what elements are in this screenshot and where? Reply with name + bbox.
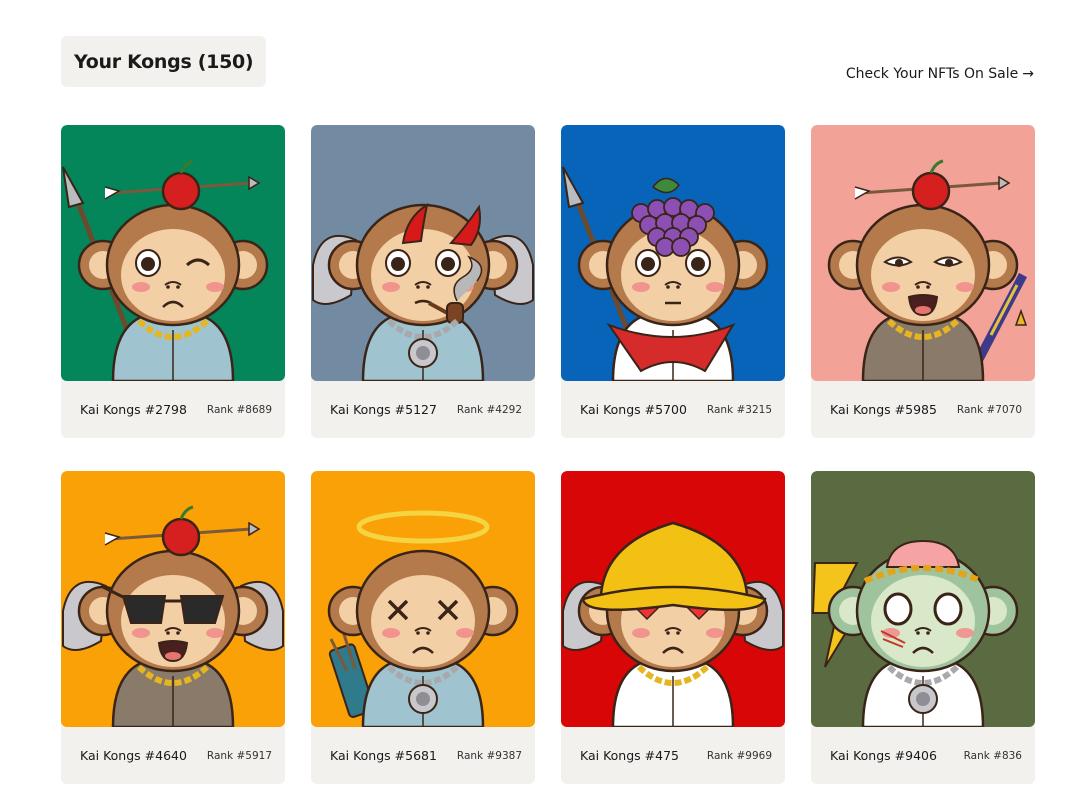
kong-avatar-art bbox=[811, 471, 1035, 727]
nft-name: Kai Kongs #9406 bbox=[830, 748, 937, 763]
nft-meta: Kai Kongs #5700 Rank #3215 bbox=[561, 381, 785, 438]
nft-meta: Kai Kongs #475 Rank #9969 bbox=[561, 727, 785, 784]
nft-image[interactable] bbox=[311, 125, 535, 381]
nft-meta: Kai Kongs #9406 Rank #836 bbox=[811, 727, 1035, 784]
nft-rank: Rank #7070 bbox=[956, 403, 1022, 416]
nft-card[interactable]: Kai Kongs #2798 Rank #8689 bbox=[61, 125, 285, 438]
nft-name: Kai Kongs #2798 bbox=[80, 402, 187, 417]
nft-image[interactable] bbox=[811, 125, 1035, 381]
nft-card[interactable]: Kai Kongs #4640 Rank #5917 bbox=[61, 471, 285, 784]
nft-meta: Kai Kongs #4640 Rank #5917 bbox=[61, 727, 285, 784]
nft-meta: Kai Kongs #2798 Rank #8689 bbox=[61, 381, 285, 438]
nft-image[interactable] bbox=[811, 471, 1035, 727]
nft-rank: Rank #5917 bbox=[206, 749, 272, 762]
sale-link-label: Check Your NFTs On Sale bbox=[845, 66, 1019, 82]
nft-card[interactable]: Kai Kongs #5681 Rank #9387 bbox=[311, 471, 535, 784]
nft-rank: Rank #9387 bbox=[456, 749, 522, 762]
page-title: Your Kongs (150) bbox=[61, 36, 267, 87]
page: Your Kongs (150) Check Your NFTs On Sale… bbox=[0, 0, 1083, 796]
nft-meta: Kai Kongs #5985 Rank #7070 bbox=[811, 381, 1035, 438]
nft-rank: Rank #836 bbox=[963, 749, 1022, 762]
nft-rank: Rank #3215 bbox=[706, 403, 772, 416]
nft-name: Kai Kongs #5681 bbox=[330, 748, 437, 763]
kong-avatar-art bbox=[561, 471, 785, 727]
page-title-text: Your Kongs (150) bbox=[74, 50, 254, 73]
nft-meta: Kai Kongs #5127 Rank #4292 bbox=[311, 381, 535, 438]
nft-name: Kai Kongs #5127 bbox=[330, 402, 437, 417]
nft-meta: Kai Kongs #5681 Rank #9387 bbox=[311, 727, 535, 784]
nft-name: Kai Kongs #475 bbox=[580, 748, 679, 763]
arrow-right-icon: → bbox=[1022, 66, 1034, 82]
nft-image[interactable] bbox=[561, 471, 785, 727]
check-nfts-on-sale-link[interactable]: Check Your NFTs On Sale → bbox=[846, 66, 1034, 82]
kong-avatar-art bbox=[61, 471, 285, 727]
nft-name: Kai Kongs #5985 bbox=[830, 402, 937, 417]
nft-image[interactable] bbox=[61, 471, 285, 727]
nft-name: Kai Kongs #4640 bbox=[80, 748, 187, 763]
nft-card[interactable]: Kai Kongs #475 Rank #9969 bbox=[561, 471, 785, 784]
kong-avatar-art bbox=[61, 125, 285, 381]
nft-name: Kai Kongs #5700 bbox=[580, 402, 687, 417]
nft-rank: Rank #4292 bbox=[456, 403, 522, 416]
nft-image[interactable] bbox=[61, 125, 285, 381]
kong-avatar-art bbox=[811, 125, 1035, 381]
nft-card[interactable]: Kai Kongs #5700 Rank #3215 bbox=[561, 125, 785, 438]
nft-rank: Rank #9969 bbox=[706, 749, 772, 762]
kong-avatar-art bbox=[561, 125, 785, 381]
nft-grid: Kai Kongs #2798 Rank #8689 Kai Kongs #51… bbox=[61, 125, 1035, 784]
nft-image[interactable] bbox=[311, 471, 535, 727]
nft-image[interactable] bbox=[561, 125, 785, 381]
nft-card[interactable]: Kai Kongs #5985 Rank #7070 bbox=[811, 125, 1035, 438]
kong-avatar-art bbox=[311, 471, 535, 727]
nft-card[interactable]: Kai Kongs #9406 Rank #836 bbox=[811, 471, 1035, 784]
kong-avatar-art bbox=[311, 125, 535, 381]
nft-card[interactable]: Kai Kongs #5127 Rank #4292 bbox=[311, 125, 535, 438]
nft-rank: Rank #8689 bbox=[206, 403, 272, 416]
